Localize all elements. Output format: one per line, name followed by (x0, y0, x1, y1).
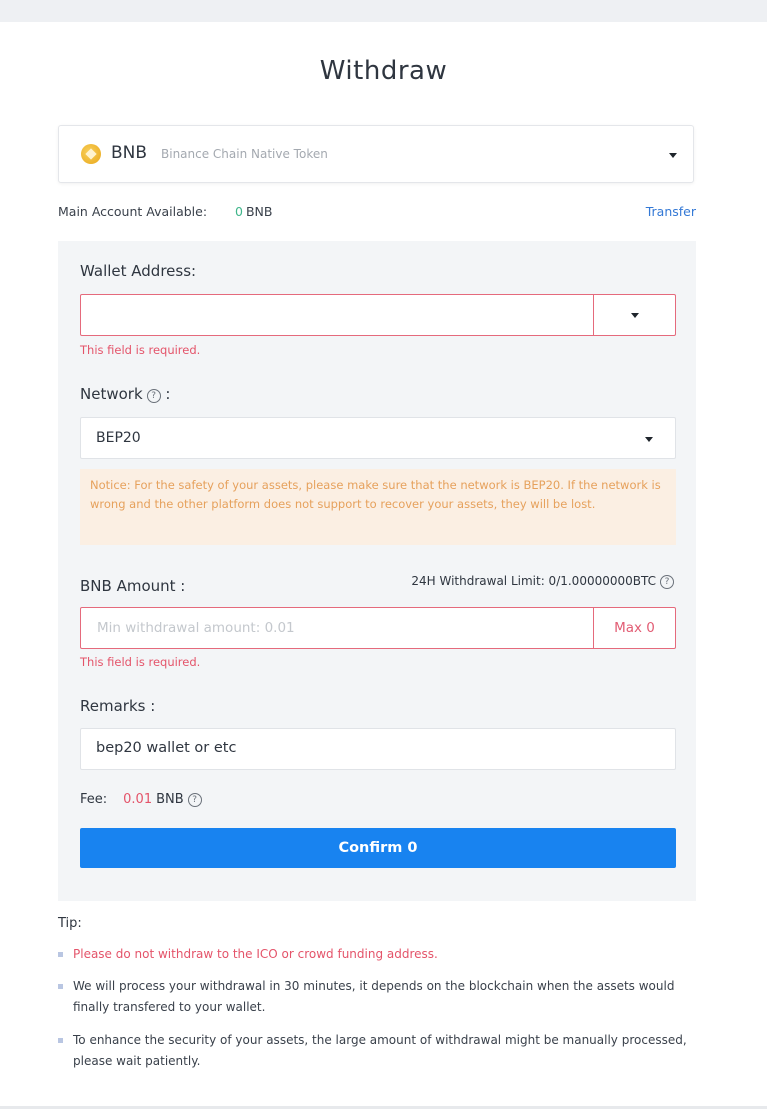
network-value: BEP20 (96, 430, 141, 446)
chevron-down-icon (631, 313, 639, 318)
available-unit: BNB (245, 204, 273, 219)
tip-item: To enhance the security of your assets, … (58, 1030, 698, 1072)
withdrawal-limit: 24H Withdrawal Limit: 0/1.00000000BTC? (411, 574, 674, 589)
fee-row: Fee: 0.01 BNB? (80, 792, 202, 807)
network-select[interactable]: BEP20 (80, 417, 676, 459)
fee-amount: 0.01 (123, 792, 153, 807)
help-icon[interactable]: ? (146, 389, 161, 403)
network-notice: Notice: For the safety of your assets, p… (80, 469, 676, 545)
chevron-down-icon (669, 153, 677, 158)
tip-title: Tip: (58, 916, 82, 931)
confirm-button[interactable]: Confirm 0 (80, 828, 676, 868)
network-label-colon: : (165, 385, 171, 403)
fee-label: Fee: (80, 792, 108, 807)
tip-text: To enhance the security of your assets, … (73, 1033, 687, 1068)
remarks-value: bep20 wallet or etc (96, 740, 237, 756)
tip-item: We will process your withdrawal in 30 mi… (58, 976, 698, 1018)
available-balance-row: Main Account Available: 0 BNB Transfer (58, 204, 696, 222)
available-label: Main Account Available: (58, 204, 208, 219)
bullet-icon (58, 952, 63, 957)
bnb-coin-icon (81, 144, 101, 164)
chevron-down-icon (645, 437, 653, 442)
network-label-text: Network (80, 385, 143, 403)
coin-symbol: BNB (111, 143, 148, 163)
tip-text: We will process your withdrawal in 30 mi… (73, 979, 675, 1014)
fee-unit: BNB (156, 792, 184, 807)
address-book-dropdown-button[interactable] (594, 295, 675, 335)
bullet-icon (58, 984, 63, 989)
amount-error: This field is required. (80, 655, 201, 669)
wallet-address-label: Wallet Address: (80, 262, 197, 280)
transfer-link[interactable]: Transfer (646, 204, 696, 219)
page-title: Withdraw (319, 56, 448, 86)
remarks-field[interactable]: bep20 wallet or etc (80, 728, 676, 770)
coin-selector[interactable]: BNB Binance Chain Native Token (58, 125, 694, 183)
help-icon[interactable]: ? (187, 793, 202, 807)
wallet-address-error: This field is required. (80, 343, 201, 357)
bullet-icon (58, 1038, 63, 1043)
withdrawal-limit-text: 24H Withdrawal Limit: 0/1.00000000BTC (411, 574, 656, 588)
amount-label: BNB Amount : (80, 577, 186, 595)
available-amount: 0 (235, 204, 243, 219)
remarks-label: Remarks : (80, 697, 156, 715)
coin-full-name: Binance Chain Native Token (161, 147, 328, 161)
available-value: 0 BNB (235, 204, 272, 219)
amount-placeholder: Min withdrawal amount: 0.01 (97, 620, 295, 636)
amount-field[interactable]: Min withdrawal amount: 0.01 Max 0 (80, 607, 676, 649)
withdraw-form-panel: Wallet Address: This field is required. … (58, 241, 696, 901)
max-button[interactable]: Max 0 (594, 608, 675, 648)
wallet-address-field[interactable] (80, 294, 676, 336)
network-label: Network? : (80, 385, 170, 403)
tip-text: Please do not withdraw to the ICO or cro… (73, 947, 438, 961)
tip-item: Please do not withdraw to the ICO or cro… (58, 944, 698, 965)
help-icon[interactable]: ? (660, 575, 674, 589)
top-bar (0, 0, 767, 22)
